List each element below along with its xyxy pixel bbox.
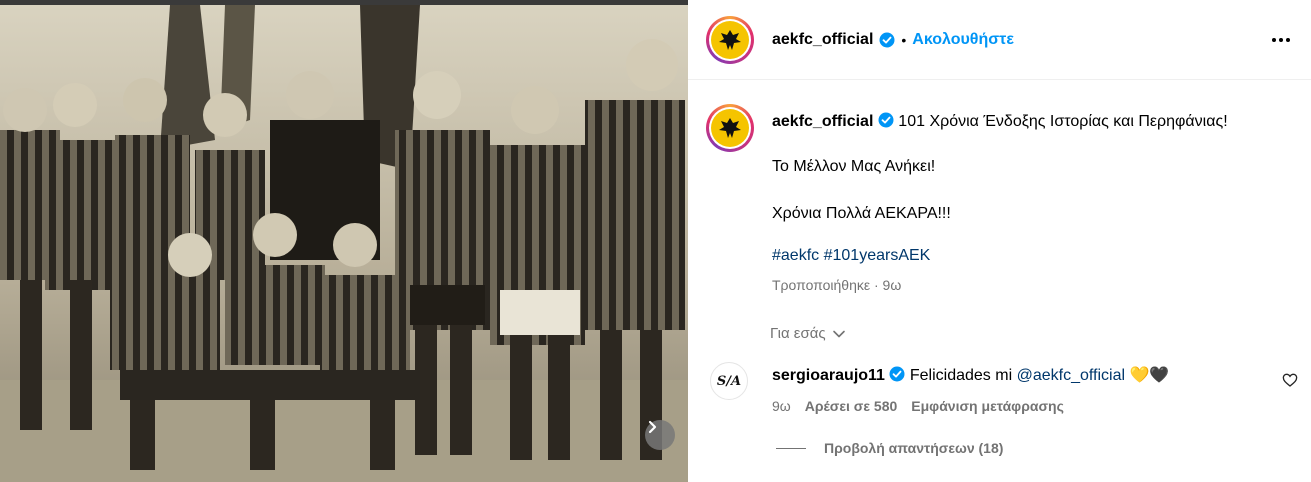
- header-avatar[interactable]: [706, 16, 754, 64]
- team-photo-image: [0, 5, 688, 482]
- verified-icon: [889, 366, 905, 382]
- more-options-button[interactable]: [1269, 28, 1293, 57]
- comment-likes[interactable]: Αρέσει σε 580: [805, 398, 898, 414]
- eagle-icon: [719, 30, 741, 50]
- post-photo[interactable]: [0, 0, 688, 482]
- replies-divider-line: [776, 447, 806, 449]
- caption-avatar[interactable]: [706, 104, 754, 152]
- header-username[interactable]: aekfc_official: [772, 31, 873, 49]
- comment-text: Felicidades mi: [909, 367, 1013, 384]
- see-translation-link[interactable]: Εμφάνιση μετάφρασης: [911, 398, 1064, 414]
- for-you-filter[interactable]: Για εσάς: [770, 325, 846, 342]
- view-replies-label: Προβολή απαντήσεων (18): [824, 440, 1004, 456]
- aek-logo: [711, 109, 749, 147]
- caption-first-line: aekfc_official 101 Χρόνια Ένδοξης Ιστορί…: [772, 112, 1292, 132]
- header-avatar-frame: [709, 19, 751, 61]
- caption-username[interactable]: aekfc_official: [772, 113, 873, 130]
- comment-time[interactable]: 9ω: [772, 398, 791, 414]
- caption-text-line2: Το Μέλλον Μας Ανήκει!: [772, 158, 936, 175]
- comment-body: sergioaraujo11 Felicidades mi @aekfc_off…: [772, 365, 1169, 385]
- chevron-down-icon: [832, 330, 845, 337]
- header-separator: •: [901, 32, 907, 48]
- comment-avatar[interactable]: S/A: [710, 362, 748, 400]
- caption-text-line3: Χρόνια Πολλά ΑΕΚΑΡΑ!!!: [772, 205, 951, 222]
- comment-mention[interactable]: @aekfc_official: [1017, 367, 1125, 384]
- comment-username[interactable]: sergioaraujo11: [772, 367, 885, 384]
- aek-logo: [711, 21, 749, 59]
- comment-like-button[interactable]: [1282, 372, 1298, 393]
- for-you-label: Για εσάς: [770, 325, 826, 342]
- caption-hashtags: #aekfc #101yearsAEK: [772, 247, 930, 265]
- eagle-icon: [719, 118, 741, 138]
- verified-icon: [878, 112, 894, 128]
- follow-button[interactable]: Ακολουθήστε: [912, 31, 1014, 49]
- verified-icon: [879, 32, 895, 48]
- caption-avatar-frame: [709, 107, 751, 149]
- caption-text-line1: 101 Χρόνια Ένδοξης Ιστορίας και Περηφάνι…: [898, 113, 1228, 130]
- comment-avatar-monogram: S/A: [716, 373, 742, 389]
- comment-emoji: 💛🖤: [1129, 367, 1170, 384]
- post-side-panel: aekfc_official • Ακολουθήστε aekfc_offic…: [688, 0, 1311, 482]
- next-photo-button[interactable]: [645, 420, 675, 450]
- next-arrow-icon: [648, 420, 657, 434]
- hashtag-aekfc[interactable]: #aekfc: [772, 247, 819, 264]
- more-icon: [1272, 38, 1290, 42]
- caption-edited-time: Τροποποιήθηκε · 9ω: [772, 277, 902, 293]
- heart-icon: [1282, 373, 1298, 387]
- comment-meta: 9ω Αρέσει σε 580 Εμφάνιση μετάφρασης: [772, 398, 1064, 414]
- hashtag-101yearsaek[interactable]: #101yearsAEK: [824, 247, 931, 264]
- post-header: aekfc_official • Ακολουθήστε: [688, 0, 1311, 80]
- header-user-row: aekfc_official • Ακολουθήστε: [772, 31, 1014, 49]
- view-replies-button[interactable]: Προβολή απαντήσεων (18): [776, 440, 1003, 456]
